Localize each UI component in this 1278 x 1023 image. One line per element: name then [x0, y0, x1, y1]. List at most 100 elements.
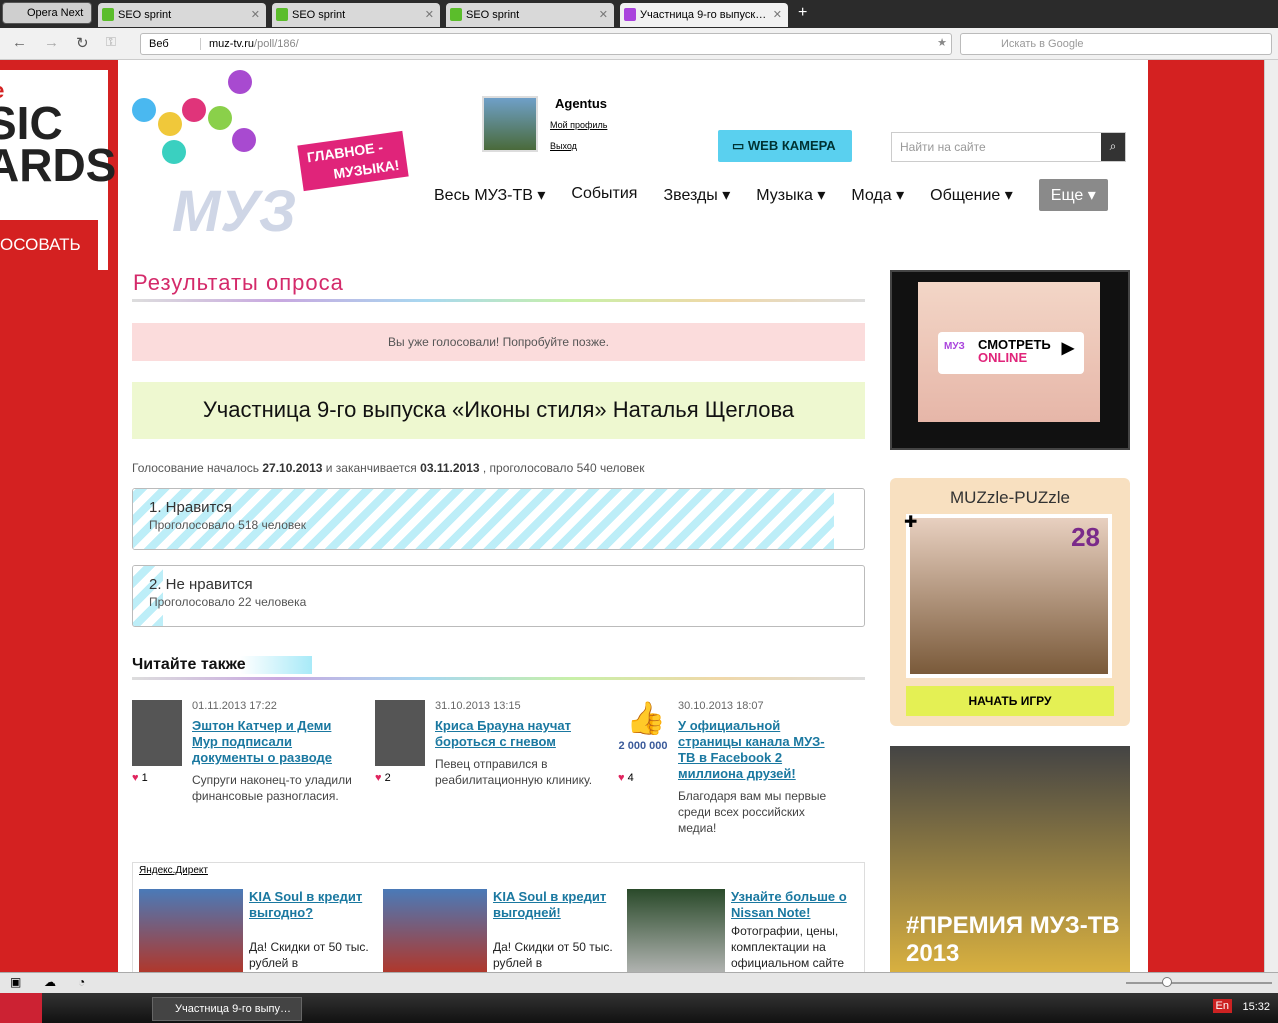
profile-link[interactable]: Мой профиль [550, 120, 607, 130]
tv-icon: ▭ [732, 138, 748, 153]
tab-seo-2[interactable]: SEO sprint ✕ [272, 3, 440, 27]
back-icon[interactable]: ← [12, 34, 27, 51]
zoom-slider[interactable] [1126, 977, 1272, 987]
forward-icon[interactable]: → [44, 34, 59, 51]
new-tab-button[interactable]: + [798, 4, 807, 22]
ad-title-link[interactable]: KIA Soul в кредит выгодней! [493, 889, 613, 921]
facebook-like-thumbnail[interactable]: 👍 2 000 000 [618, 700, 668, 766]
thumbs-up-icon: 👍 [626, 700, 666, 736]
tab-active[interactable]: Участница 9-го выпуск… ✕ [620, 3, 788, 27]
page-title: Результаты опроса [133, 270, 344, 295]
panel-toggle-icon[interactable]: ▣ [10, 975, 21, 989]
nav-item-fashion[interactable]: Мода ▾ [851, 185, 904, 211]
turbo-icon[interactable]: ☁ [44, 975, 56, 989]
option-title: 1. Нравится [149, 499, 232, 516]
star-icon[interactable]: ★ [937, 36, 947, 49]
search-icon[interactable]: ⌕ [1101, 133, 1125, 161]
key-icon[interactable]: ⚿ [106, 34, 116, 50]
reload-icon[interactable]: ↻ [76, 34, 89, 52]
yandex-direct-block: Яндекс.Директ KIA Soul в кредит выгодно?… [132, 862, 865, 972]
muz-logo[interactable]: МУЗ ГЛАВНОЕ - МУЗЫКА! [132, 68, 409, 248]
site-search-input[interactable]: Найти на сайте ⌕ [891, 132, 1126, 162]
start-button[interactable] [0, 993, 42, 1023]
close-icon[interactable]: ✕ [773, 8, 782, 21]
taskbar-item-opera[interactable]: Участница 9-го выпу… [152, 997, 302, 1021]
slogan: ГЛАВНОЕ - МУЗЫКА! [297, 130, 409, 192]
news-date: 30.10.2013 18:07 [678, 700, 764, 712]
option-votes: Проголосовало 22 человека [149, 595, 307, 609]
news-title-link[interactable]: У официальной страницы канала МУЗ-ТВ в F… [678, 718, 828, 782]
start-game-button[interactable]: НАЧАТЬ ИГРУ [906, 686, 1114, 716]
page-viewport: ieSICARDS ОСОВАТЬ МУЗ ГЛАВНОЕ -МУЗЫКА! A… [0, 60, 1264, 972]
option-votes: Проголосовало 518 человек [149, 518, 307, 532]
speed-dial-icon[interactable]: ◔ [78, 975, 85, 989]
nav-item-stars[interactable]: Звезды ▾ [663, 185, 730, 211]
tab-seo-3[interactable]: SEO sprint ✕ [446, 3, 614, 27]
ad-image[interactable] [627, 889, 725, 972]
news-thumbnail[interactable] [375, 700, 425, 766]
url-field[interactable]: Веб muz-tv.ru/poll/186/ ★ [140, 33, 952, 55]
puzzle-title: MUZzle-PUZzle [950, 488, 1070, 507]
already-voted-notice: Вы уже голосовали! Попробуйте позже. [132, 323, 865, 361]
watch-online-tv[interactable]: МУЗ СМОТРЕТЬ ONLINE ▶ [890, 270, 1130, 450]
ad-text: ieSICARDS [0, 80, 117, 191]
tab-label: SEO sprint [292, 9, 346, 21]
tab-seo-1[interactable]: SEO sprint ✕ [98, 3, 266, 27]
premia-text: #ПРЕМИЯ МУЗ-ТВ 2013 [906, 912, 1120, 967]
ad-title-link[interactable]: KIA Soul в кредит выгодно? [249, 889, 369, 921]
news-desc: Певец отправился в реабилитационную клин… [435, 757, 593, 787]
clock: 15:32 [1242, 1001, 1270, 1013]
yandex-direct-link[interactable]: Яндекс.Директ [139, 865, 208, 876]
close-icon[interactable]: ✕ [425, 8, 434, 21]
logout-link[interactable]: Выход [550, 141, 577, 151]
seo-sprint-icon [276, 8, 288, 21]
url-host: muz-tv.ru [209, 38, 255, 50]
ad-title-link[interactable]: Узнайте больше о Nissan Note! [731, 889, 851, 921]
poll-option: 1. Нравится Проголосовало 518 человек [132, 488, 865, 550]
news-title-link[interactable]: Криса Брауна научат бороться с гневом [435, 718, 585, 750]
likes[interactable]: ♥ 1 [132, 772, 148, 784]
ad-desc: Да! Скидки от 50 тыс. рублей в [493, 940, 613, 970]
poll-meta: Голосование началось 27.10.2013 и заканч… [132, 461, 645, 475]
nav-item-more[interactable]: Еще ▾ [1038, 179, 1108, 211]
vote-button[interactable]: ОСОВАТЬ [0, 220, 98, 270]
main-nav: Весь МУЗ-ТВ ▾ События Звезды ▾ Музыка ▾ … [434, 179, 1134, 211]
language-indicator[interactable]: En [1212, 999, 1232, 1013]
puzzle-image[interactable]: 28 ✚ [904, 514, 1112, 678]
likes[interactable]: ♥ 2 [375, 772, 391, 784]
heart-icon: ♥ [375, 772, 382, 784]
watch-online-button[interactable]: МУЗ СМОТРЕТЬ ONLINE ▶ [938, 332, 1084, 374]
ad-image[interactable] [383, 889, 487, 972]
google-search-input[interactable]: Искать в Google [960, 33, 1272, 55]
news-date: 01.11.2013 17:22 [192, 700, 277, 712]
premia-banner[interactable]: #ПРЕМИЯ МУЗ-ТВ 2013 [890, 746, 1130, 972]
tab-bar: Opera Next SEO sprint ✕ SEO sprint ✕ SEO s… [0, 0, 1278, 28]
likes[interactable]: ♥ 4 [618, 772, 634, 784]
nav-item-social[interactable]: Общение ▾ [930, 185, 1013, 211]
content-column: МУЗ ГЛАВНОЕ - МУЗЫКА! Agentus Мой профиль… [118, 60, 1148, 972]
opera-menu-button[interactable]: Opera Next [2, 2, 92, 24]
vertical-scrollbar[interactable] [1264, 60, 1278, 972]
news-date: 31.10.2013 13:15 [435, 700, 521, 712]
news-title-link[interactable]: Эштон Катчер и Деми Мур подписали докуме… [192, 718, 342, 766]
close-icon[interactable]: ✕ [251, 8, 260, 21]
avatar[interactable] [482, 96, 538, 152]
seo-sprint-icon [102, 8, 114, 21]
url-path: /poll/186/ [254, 38, 299, 50]
news-thumbnail[interactable] [132, 700, 182, 766]
username: Agentus [555, 96, 607, 111]
music-awards-ad[interactable]: ieSICARDS ОСОВАТЬ [0, 70, 117, 270]
address-bar: ← → ↻ ⚿ Веб muz-tv.ru/poll/186/ ★ Искать в… [0, 28, 1278, 60]
tab-label: Участница 9-го выпуск… [640, 9, 767, 21]
nav-item-events[interactable]: События [571, 185, 637, 211]
webcam-button[interactable]: ▭ WEB КАМЕРА [718, 130, 852, 162]
divider [132, 677, 865, 680]
logo-text: МУЗ [172, 179, 297, 244]
ad-image[interactable] [139, 889, 243, 972]
news-desc: Благодаря вам мы первые среди всех росси… [678, 789, 827, 835]
nav-item-all[interactable]: Весь МУЗ-ТВ ▾ [434, 185, 545, 211]
nav-item-music[interactable]: Музыка ▾ [756, 185, 825, 211]
ad-desc: Фотографии, цены, комплектации на официа… [731, 924, 845, 970]
status-bar: ▣ ☁ ◔ [0, 972, 1278, 993]
close-icon[interactable]: ✕ [599, 8, 608, 21]
